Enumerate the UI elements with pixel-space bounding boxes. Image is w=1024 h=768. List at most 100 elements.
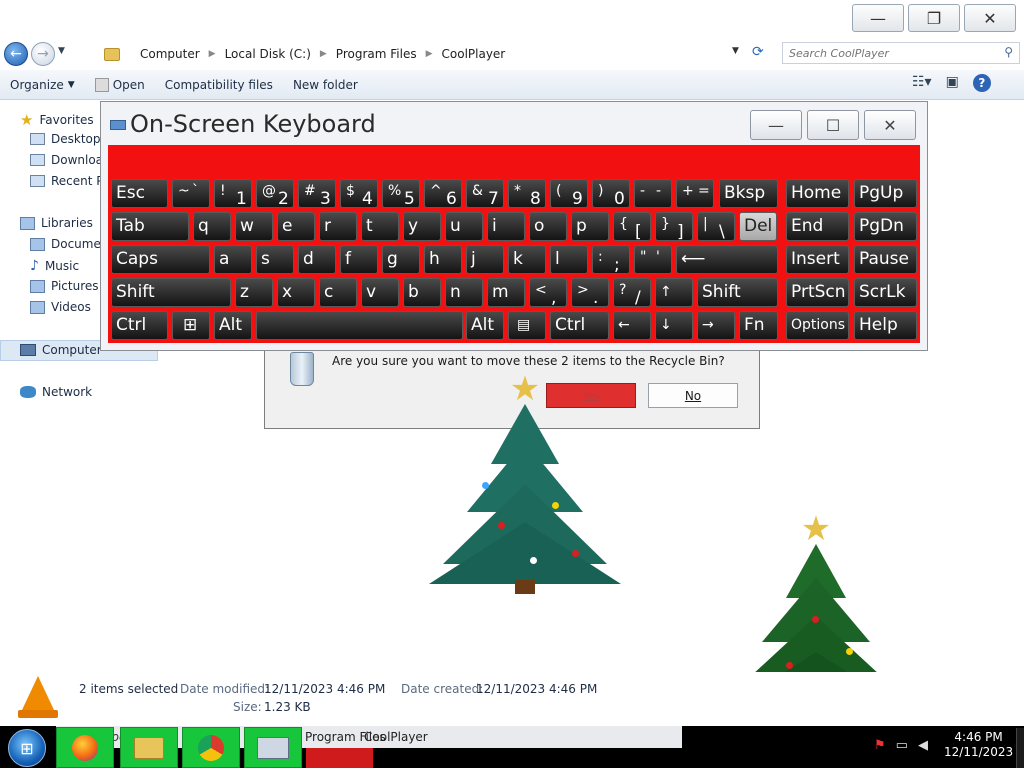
key-help[interactable]: Help — [854, 311, 917, 340]
key-3[interactable]: #3 — [298, 179, 336, 208]
nav-computer[interactable]: Computer — [20, 343, 102, 357]
key-backslash[interactable]: | \ — [697, 212, 735, 241]
key-down-arrow[interactable]: ↓ — [655, 311, 693, 340]
breadcrumb[interactable]: Computer ▶ Local Disk (C:) ▶ Program Files… — [100, 42, 746, 66]
nav-network[interactable]: Network — [20, 385, 92, 399]
volume-icon[interactable]: ◀ — [918, 738, 928, 753]
key-d[interactable]: d — [298, 245, 336, 274]
key-n[interactable]: n — [445, 278, 483, 307]
key-alt-right[interactable]: Alt — [466, 311, 504, 340]
key-equals[interactable]: + = — [676, 179, 714, 208]
key-m[interactable]: m — [487, 278, 525, 307]
nav-favorites[interactable]: ★ Favorites — [20, 111, 94, 129]
nav-desktop[interactable]: Desktop — [30, 132, 101, 146]
key-prtscn[interactable]: PrtScn — [786, 278, 849, 307]
key-t[interactable]: t — [361, 212, 399, 241]
key-y[interactable]: y — [403, 212, 441, 241]
key-enter[interactable]: ⟵ — [676, 245, 778, 274]
key-up-arrow[interactable]: ↑ — [655, 278, 693, 307]
breadcrumb-computer[interactable]: Computer — [134, 47, 206, 61]
taskbar-firefox[interactable] — [56, 727, 114, 768]
compatibility-files-button[interactable]: Compatibility files — [155, 70, 283, 100]
key-tilde[interactable]: ~ ` — [172, 179, 210, 208]
clock[interactable]: 4:46 PM 12/11/2023 — [944, 730, 1013, 760]
key-semicolon[interactable]: :; — [592, 245, 630, 274]
key-backspace[interactable]: Bksp — [719, 179, 778, 208]
key-h[interactable]: h — [424, 245, 462, 274]
taskbar-osk[interactable] — [244, 727, 302, 768]
key-pgdn[interactable]: PgDn — [854, 212, 917, 241]
key-end[interactable]: End — [786, 212, 849, 241]
key-shift-left[interactable]: Shift — [111, 278, 231, 307]
help-icon[interactable]: ? — [972, 74, 991, 92]
key-esc[interactable]: Esc — [111, 179, 168, 208]
start-button[interactable]: ⊞ — [8, 729, 46, 767]
key-p[interactable]: p — [571, 212, 609, 241]
action-center-flag-icon[interactable]: ⚑ — [874, 738, 886, 753]
back-button[interactable]: ← — [4, 42, 28, 66]
key-w[interactable]: w — [235, 212, 273, 241]
key-windows[interactable]: ⊞ — [172, 311, 210, 340]
search-box[interactable]: ⚲ — [782, 42, 1020, 64]
key-caps[interactable]: Caps — [111, 245, 210, 274]
organize-button[interactable]: Organize ▼ — [0, 70, 85, 100]
key-minus[interactable]: -- — [634, 179, 672, 208]
breadcrumb-coolplayer[interactable]: CoolPlayer — [436, 47, 512, 61]
close-button[interactable]: ✕ — [964, 4, 1016, 32]
network-tray-icon[interactable]: ▭ — [896, 738, 908, 753]
key-r[interactable]: r — [319, 212, 357, 241]
chevron-right-icon[interactable]: ▶ — [423, 49, 436, 59]
key-a[interactable]: a — [214, 245, 252, 274]
key-i[interactable]: i — [487, 212, 525, 241]
key-space[interactable] — [256, 311, 463, 340]
key-s[interactable]: s — [256, 245, 294, 274]
key-tab[interactable]: Tab — [111, 212, 189, 241]
key-del[interactable]: Del — [739, 212, 777, 241]
key-j[interactable]: j — [466, 245, 504, 274]
key-8[interactable]: * 8 — [508, 179, 546, 208]
nav-videos[interactable]: Videos — [30, 300, 91, 314]
show-desktop-button[interactable] — [1016, 728, 1024, 768]
key-period[interactable]: >. — [571, 278, 609, 307]
osk-maximize-button[interactable]: ☐ — [807, 110, 859, 140]
key-insert[interactable]: Insert — [786, 245, 849, 274]
key-x[interactable]: x — [277, 278, 315, 307]
key-v[interactable]: v — [361, 278, 399, 307]
key-rbracket[interactable]: }] — [655, 212, 693, 241]
key-4[interactable]: $4 — [340, 179, 378, 208]
search-input[interactable] — [783, 43, 993, 63]
key-slash[interactable]: ? / — [613, 278, 651, 307]
no-button[interactable]: No — [648, 383, 738, 408]
address-dropdown-icon[interactable]: ▼ — [732, 46, 739, 56]
taskbar-item-coolplayer[interactable]: CoolPlayer — [364, 730, 428, 744]
restore-button[interactable]: ❐ — [908, 4, 960, 32]
key-quote[interactable]: " ' — [634, 245, 672, 274]
taskbar-explorer[interactable] — [120, 727, 178, 768]
nav-pictures[interactable]: Pictures — [30, 279, 99, 293]
minimize-button[interactable]: — — [852, 4, 904, 32]
key-q[interactable]: q — [193, 212, 231, 241]
key-k[interactable]: k — [508, 245, 546, 274]
chevron-right-icon[interactable]: ▶ — [317, 49, 330, 59]
key-fn[interactable]: Fn — [739, 311, 778, 340]
key-b[interactable]: b — [403, 278, 441, 307]
nav-music[interactable]: ♪ Music — [30, 258, 79, 274]
key-home[interactable]: Home — [786, 179, 849, 208]
view-options-icon[interactable]: ☷▾ — [912, 74, 932, 92]
key-lbracket[interactable]: {[ — [613, 212, 651, 241]
key-scrlk[interactable]: ScrLk — [854, 278, 917, 307]
key-menu[interactable]: ▤ — [508, 311, 546, 340]
key-2[interactable]: @2 — [256, 179, 294, 208]
key-0[interactable]: ) 0 — [592, 179, 630, 208]
open-button[interactable]: Open — [85, 70, 155, 100]
key-shift-right[interactable]: Shift — [697, 278, 778, 307]
key-comma[interactable]: <, — [529, 278, 567, 307]
key-7[interactable]: & 7 — [466, 179, 504, 208]
key-6[interactable]: ^ 6 — [424, 179, 462, 208]
key-l[interactable]: l — [550, 245, 588, 274]
key-pgup[interactable]: PgUp — [854, 179, 917, 208]
key-left-arrow[interactable]: ← — [613, 311, 651, 340]
key-ctrl-left[interactable]: Ctrl — [111, 311, 168, 340]
key-right-arrow[interactable]: → — [697, 311, 735, 340]
key-o[interactable]: o — [529, 212, 567, 241]
